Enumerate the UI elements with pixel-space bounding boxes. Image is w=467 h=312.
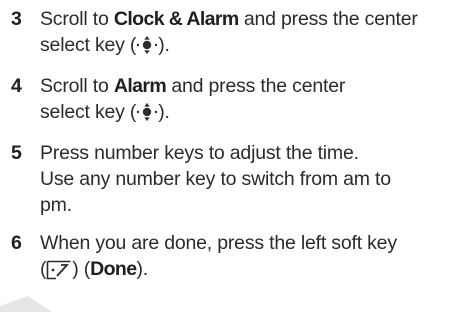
instruction-steps: 3 Scroll to Clock & Alarm and press the …	[0, 6, 467, 287]
step-3: 3 Scroll to Clock & Alarm and press the …	[0, 6, 467, 61]
step-number: 5	[11, 142, 22, 164]
step-text: When you are done, press the left soft k…	[40, 230, 460, 287]
center-select-key-icon	[136, 35, 158, 61]
step-text-line: pm.	[40, 194, 72, 216]
step-text-fragment: select key (	[40, 101, 137, 123]
step-text-line: Use any number key to switch from am to	[40, 168, 391, 190]
menu-item-name: Clock & Alarm	[113, 8, 239, 30]
step-text: Press number keys to adjust the time. Us…	[40, 140, 460, 218]
step-text-fragment: and press the center	[238, 8, 418, 30]
center-select-key-icon	[136, 102, 158, 128]
step-text-fragment: ).	[158, 34, 170, 56]
step-text-fragment: and press the center	[166, 75, 346, 97]
step-6: 6 When you are done, press the left soft…	[0, 230, 467, 287]
step-number: 4	[11, 75, 22, 97]
step-4: 4 Scroll to Alarm and press the center s…	[0, 73, 467, 128]
step-text-line: Press number keys to adjust the time.	[40, 142, 359, 164]
step-text-fragment: select key (	[40, 34, 137, 56]
step-text-fragment: Scroll to	[40, 75, 114, 97]
menu-item-name: Alarm	[113, 75, 167, 97]
step-text-fragment: ).	[158, 101, 170, 123]
step-text-fragment: ) (	[72, 258, 91, 280]
step-number: 6	[11, 232, 22, 254]
left-soft-key-icon	[46, 260, 72, 287]
step-text-fragment: ).	[136, 258, 148, 280]
step-text-line: When you are done, press the left soft k…	[40, 232, 397, 254]
step-text: Scroll to Clock & Alarm and press the ce…	[40, 6, 460, 61]
step-text-fragment: Scroll to	[40, 8, 114, 30]
step-number: 3	[11, 8, 22, 30]
step-5: 5 Press number keys to adjust the time. …	[0, 140, 467, 218]
page-corner-tab	[0, 296, 52, 312]
step-text: Scroll to Alarm and press the center sel…	[40, 73, 460, 128]
soft-key-label: Done	[90, 258, 137, 280]
